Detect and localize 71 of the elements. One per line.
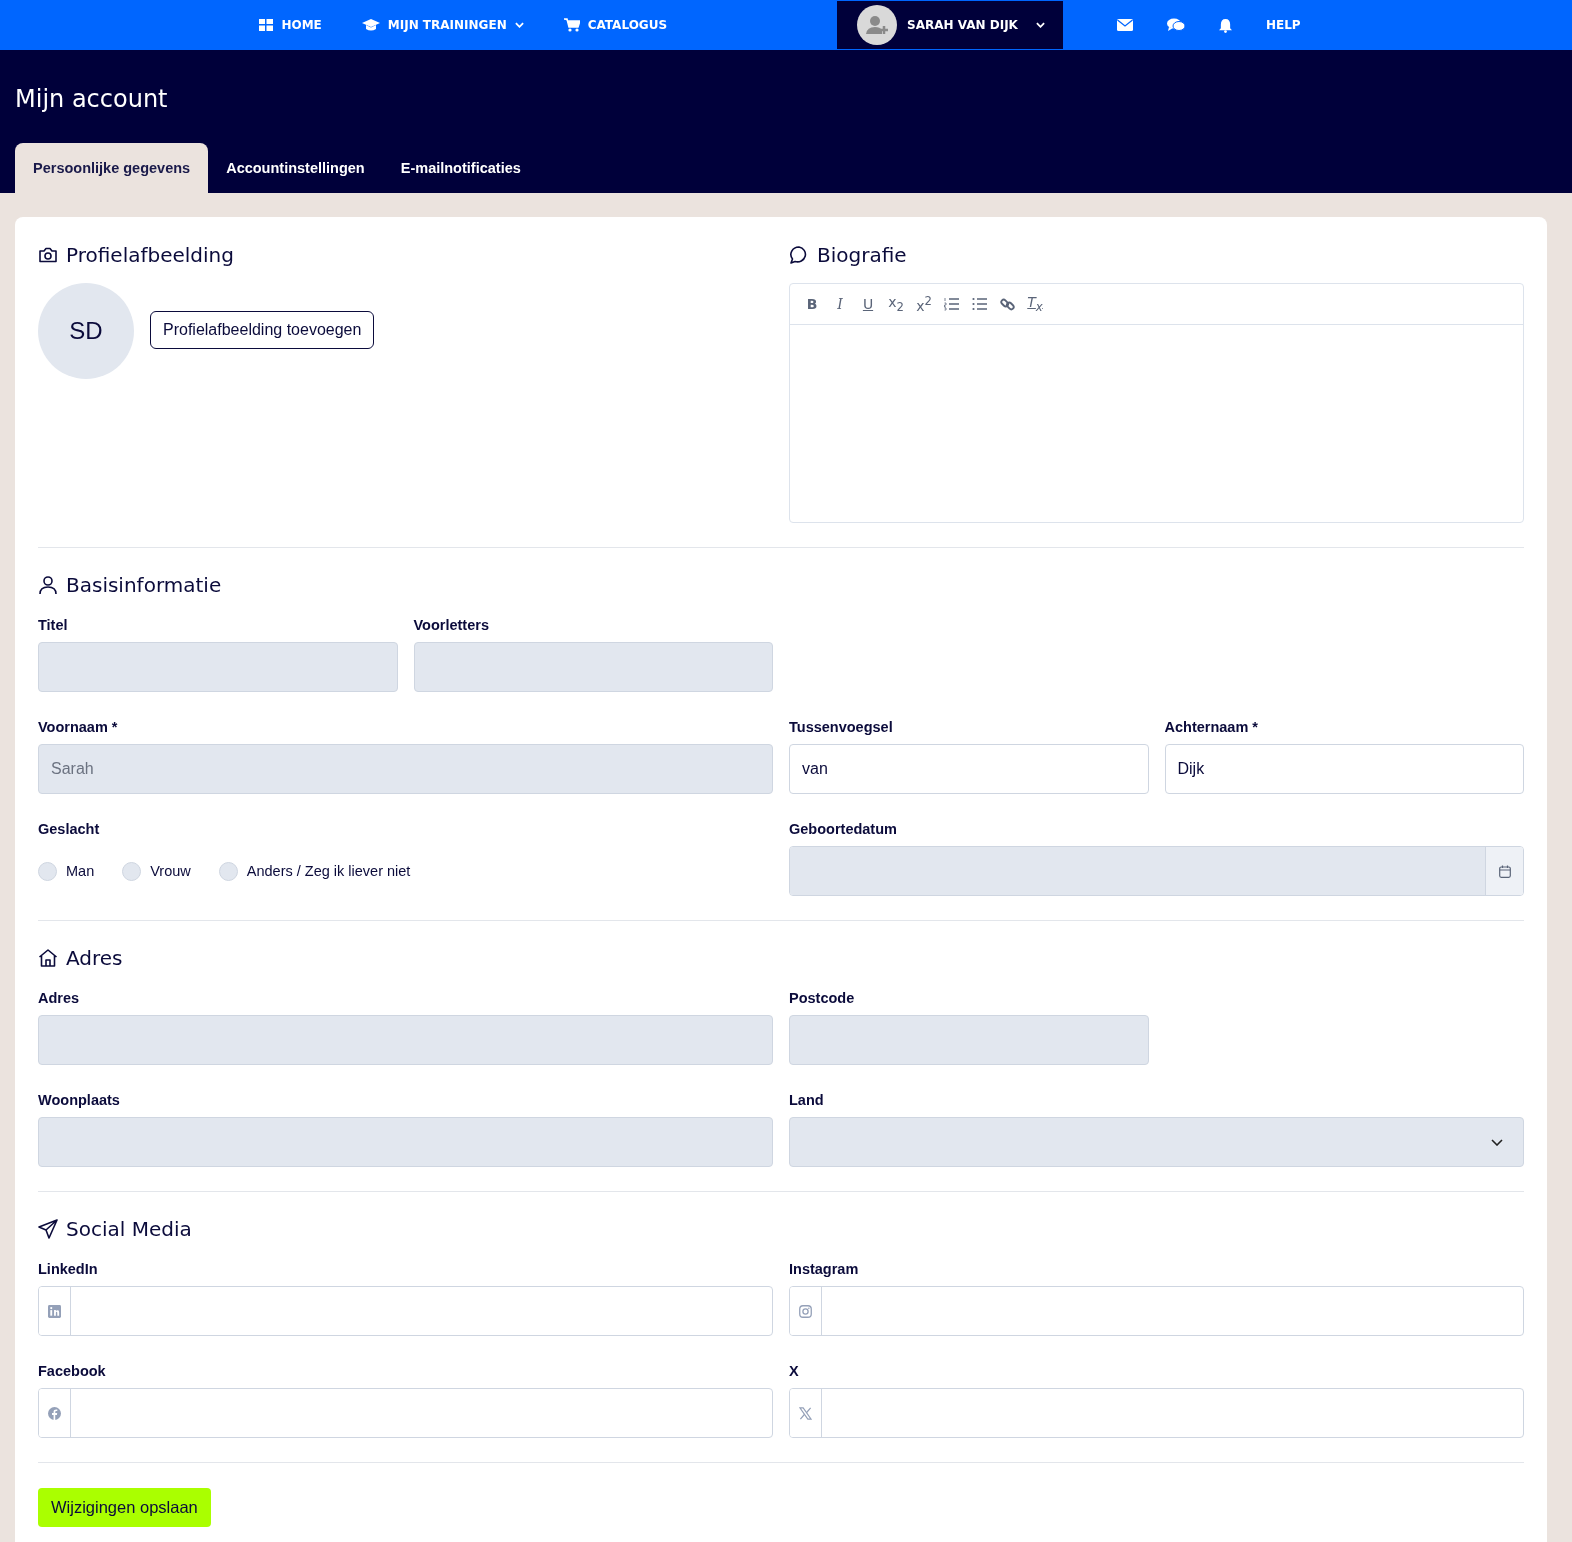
section-title: Adres [66, 946, 123, 970]
bell-icon[interactable] [1218, 17, 1232, 33]
field-label: Woonplaats [38, 1092, 121, 1108]
field-label: Titel [38, 617, 69, 633]
person-icon [38, 575, 58, 595]
field-label: Facebook [38, 1363, 107, 1379]
text-field[interactable]: Dijk [1164, 744, 1524, 794]
add-picture-button[interactable]: Profielafbeelding toevoegen [150, 311, 375, 349]
speech-bubble-icon [789, 245, 809, 265]
page-title: Mijn account [15, 85, 169, 113]
field-label: Land [789, 1092, 825, 1108]
graduation-cap-icon [361, 19, 380, 31]
field-label: Voorletters [413, 617, 490, 633]
facebook-icon [48, 1406, 61, 1420]
field-label: Postcode [789, 990, 856, 1006]
linkedin-icon [48, 1304, 61, 1318]
camera-icon [38, 246, 58, 264]
help-link[interactable]: HELP [1265, 18, 1301, 32]
radio-label: Man [66, 863, 95, 879]
text-field[interactable]: van [789, 744, 1149, 794]
section-title: Biografie [817, 243, 907, 267]
superscript-button[interactable]: x$^{2}$ [916, 294, 932, 314]
grid-icon [259, 19, 274, 31]
avatar-icon [857, 5, 898, 45]
field-label: Achternaam * [1164, 719, 1259, 735]
instagram-icon [799, 1304, 812, 1318]
field-label: X [789, 1363, 800, 1379]
field-label: Adres [38, 990, 81, 1006]
social-link-field[interactable] [38, 1286, 773, 1336]
social-link-field[interactable] [789, 1388, 1524, 1438]
section-title: Social Media [66, 1217, 192, 1241]
tab[interactable]: Persoonlijke gegevens [15, 143, 209, 193]
house-icon [38, 948, 58, 968]
clear-format-button[interactable]: T$_{x}$ [1027, 294, 1043, 314]
tab[interactable]: E-mailnotificaties [382, 143, 539, 193]
bold-button[interactable]: B [804, 296, 820, 312]
subscript-button[interactable]: x$_{2}$ [888, 294, 904, 314]
numbered-list-icon[interactable] [944, 297, 960, 311]
section-title: Basisinformatie [66, 573, 222, 597]
field-label: Instagram [789, 1261, 860, 1277]
field-label: Tussenvoegsel [789, 719, 894, 735]
nav-link[interactable]: MIJN TRAININGEN [361, 18, 524, 32]
shopping-cart-icon [563, 18, 580, 32]
underline-button[interactable]: U [860, 296, 876, 312]
nav-link[interactable]: CATALOGUS [563, 18, 668, 32]
rich-text-editor[interactable]: B I U x$_{2}$ x$^{2}$ T$_{x}$ [789, 283, 1524, 523]
radio-label: Anders / Zeg ik liever niet [246, 863, 411, 879]
nav-link[interactable]: HOME [259, 18, 322, 32]
bullet-list-icon[interactable] [972, 297, 988, 311]
italic-button[interactable]: I [832, 296, 848, 312]
save-button[interactable]: Wijzigingen opslaan [38, 1488, 211, 1527]
paper-plane-icon [38, 1219, 58, 1239]
section-title: Profielafbeelding [66, 243, 234, 267]
field-label: LinkedIn [38, 1261, 99, 1277]
tab[interactable]: Accountinstellingen [208, 143, 383, 193]
chevron-down-icon [1491, 1138, 1503, 1146]
radio-label: Vrouw [150, 863, 191, 879]
link-icon[interactable] [1000, 296, 1015, 312]
field-label: Geboortedatum [789, 821, 898, 837]
mail-icon[interactable] [1116, 19, 1133, 31]
social-link-field[interactable] [38, 1388, 773, 1438]
avatar-initials: SD [38, 283, 134, 379]
field-label: Voornaam * [38, 719, 119, 735]
radio-button[interactable] [38, 861, 57, 881]
radio-button[interactable] [218, 861, 238, 881]
chat-icon[interactable] [1166, 18, 1185, 32]
radio-button[interactable] [122, 861, 142, 881]
x-logo-icon [799, 1406, 812, 1420]
social-link-field[interactable] [789, 1286, 1524, 1336]
field-label: Geslacht [38, 821, 101, 837]
user-menu[interactable]: SARAH VAN DIJK [837, 1, 1063, 49]
